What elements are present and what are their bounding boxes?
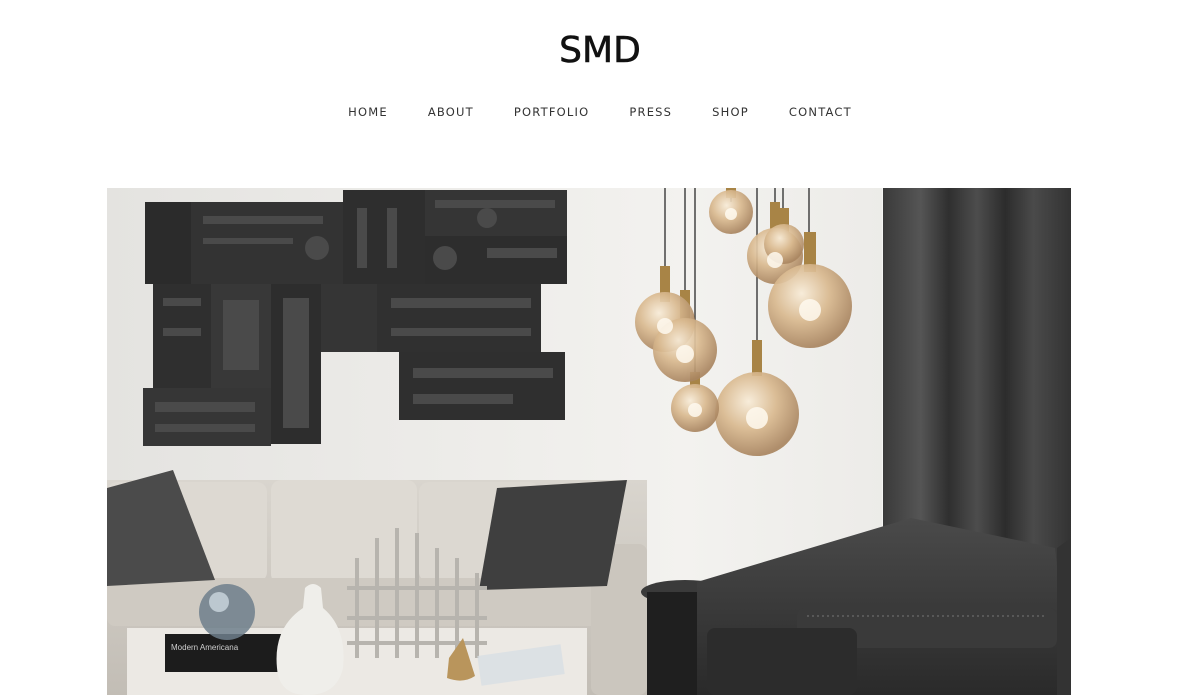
site-header: SMD HOME ABOUT PORTFOLIO PRESS SHOP CONT… [0, 0, 1200, 188]
nav-item-contact[interactable]: CONTACT [769, 103, 872, 121]
hero-image: Modern Americana [107, 188, 1071, 695]
main-nav: HOME ABOUT PORTFOLIO PRESS SHOP CONTACT [0, 103, 1200, 121]
svg-text:Modern Americana: Modern Americana [171, 643, 239, 652]
nav-item-home[interactable]: HOME [328, 103, 408, 121]
nav-item-portfolio[interactable]: PORTFOLIO [494, 103, 609, 121]
nav-item-press[interactable]: PRESS [609, 103, 692, 121]
nav-item-about[interactable]: ABOUT [408, 103, 494, 121]
nav-item-shop[interactable]: SHOP [692, 103, 769, 121]
living-room-photo: Modern Americana [107, 188, 1071, 695]
site-logo[interactable]: SMD [0, 28, 1200, 74]
